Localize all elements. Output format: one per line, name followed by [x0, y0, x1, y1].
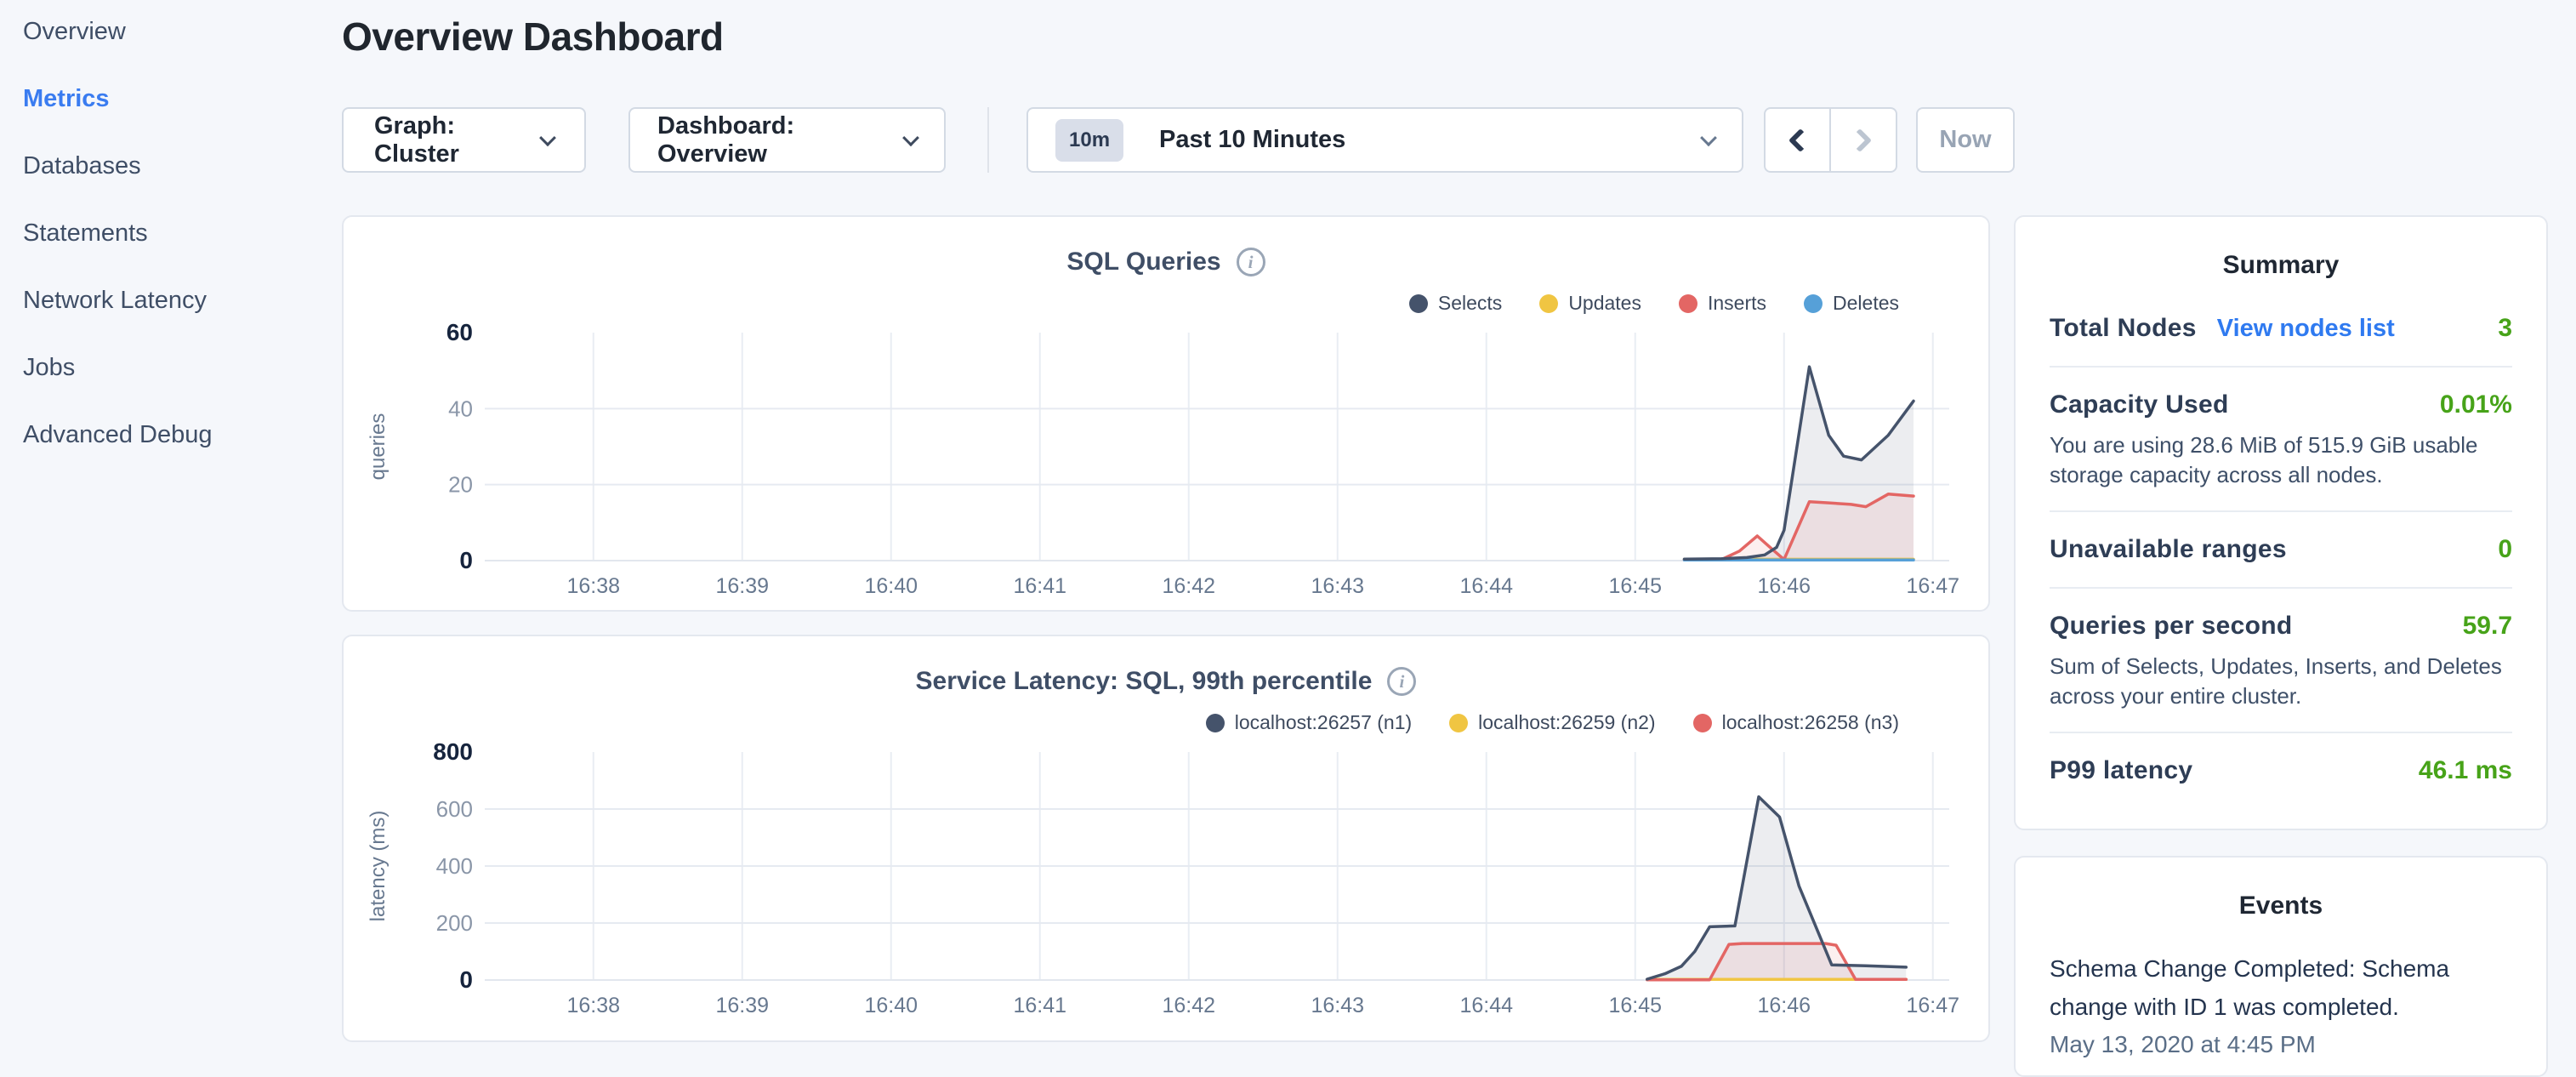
svg-text:0: 0: [459, 547, 473, 573]
sidebar-item-metrics[interactable]: Metrics: [0, 66, 340, 133]
svg-text:200: 200: [436, 910, 473, 936]
summary-row: Total Nodes View nodes list 3: [2050, 280, 2512, 368]
event-text: Schema Change Completed: Schema change w…: [2050, 949, 2512, 1026]
svg-text:16:41: 16:41: [1013, 574, 1066, 598]
time-window-label: Past 10 Minutes: [1159, 126, 1703, 154]
svg-text:400: 400: [436, 853, 473, 879]
summary-rows: Total Nodes View nodes list 3 Capacity Used…: [2050, 280, 2512, 808]
svg-text:16:42: 16:42: [1162, 574, 1215, 598]
svg-text:16:39: 16:39: [715, 574, 769, 598]
summary-row-value: 0.01%: [2440, 390, 2512, 419]
sql-queries-card: SQL Queries i SelectsUpdatesInsertsDelet…: [342, 215, 1990, 612]
svg-text:16:47: 16:47: [1906, 574, 1959, 598]
svg-text:queries: queries: [367, 413, 390, 481]
view-nodes-list-link[interactable]: View nodes list: [2217, 315, 2395, 343]
svg-text:20: 20: [448, 472, 473, 498]
graph-dropdown-label: Graph: Cluster: [374, 112, 542, 168]
svg-text:16:40: 16:40: [864, 574, 918, 598]
sidebar: OverviewMetricsDatabasesStatementsNetwor…: [0, 0, 340, 469]
dashboard-dropdown[interactable]: Dashboard: Overview: [628, 107, 946, 173]
controls-divider: [987, 107, 989, 173]
svg-text:16:43: 16:43: [1311, 994, 1364, 1017]
svg-text:16:46: 16:46: [1757, 574, 1811, 598]
summary-row-description: Sum of Selects, Updates, Inserts, and De…: [2050, 652, 2512, 732]
chevron-down-icon: [902, 129, 919, 146]
chevron-left-icon: [1788, 128, 1812, 151]
svg-text:600: 600: [436, 796, 473, 822]
svg-text:16:38: 16:38: [566, 574, 620, 598]
dashboard-dropdown-label: Dashboard: Overview: [657, 112, 905, 168]
svg-text:0: 0: [459, 966, 473, 993]
svg-text:16:44: 16:44: [1459, 994, 1513, 1017]
time-window-dropdown[interactable]: 10m Past 10 Minutes: [1026, 107, 1743, 173]
summary-row-value: 46.1 ms: [2419, 756, 2512, 785]
summary-row-label: Unavailable ranges: [2050, 535, 2287, 564]
summary-row: Queries per second 59.7 Sum of Selects, Up…: [2050, 589, 2512, 733]
service-latency-card: Service Latency: SQL, 99th percentile i …: [342, 635, 1990, 1042]
time-window-badge: 10m: [1055, 119, 1123, 162]
summary-row: Capacity Used 0.01% You are using 28.6 MiB…: [2050, 368, 2512, 512]
now-button[interactable]: Now: [1916, 107, 2015, 173]
summary-row-label: Total Nodes: [2050, 314, 2197, 343]
svg-text:16:38: 16:38: [566, 994, 620, 1017]
service-latency-chart[interactable]: 16:38 16:39 16:40 16:41 16:42 16:43 16:44 16:45…: [344, 636, 1988, 1040]
summary-row-value: 59.7: [2463, 612, 2512, 641]
summary-row-top: Total Nodes View nodes list 3: [2050, 280, 2512, 366]
summary-row-value: 0: [2498, 535, 2512, 564]
svg-text:60: 60: [446, 319, 473, 345]
sidebar-item-jobs[interactable]: Jobs: [0, 334, 340, 402]
time-back-button[interactable]: [1766, 109, 1831, 171]
summary-row-description: You are using 28.6 MiB of 515.9 GiB usab…: [2050, 430, 2512, 510]
chevron-right-icon: [1848, 128, 1872, 151]
svg-text:16:45: 16:45: [1608, 574, 1662, 598]
svg-text:800: 800: [433, 738, 473, 765]
sql-queries-chart[interactable]: 16:38 16:39 16:40 16:41 16:42 16:43 16:44 16:45…: [344, 217, 1988, 610]
svg-text:16:47: 16:47: [1906, 994, 1959, 1017]
sidebar-item-advanced-debug[interactable]: Advanced Debug: [0, 402, 340, 469]
graph-dropdown[interactable]: Graph: Cluster: [342, 107, 586, 173]
summary-row: Unavailable ranges 0: [2050, 512, 2512, 589]
summary-row: P99 latency 46.1 ms: [2050, 733, 2512, 808]
svg-text:latency (ms): latency (ms): [367, 811, 390, 922]
svg-text:40: 40: [448, 396, 473, 421]
summary-row-top: Unavailable ranges 0: [2050, 512, 2512, 587]
sidebar-item-statements[interactable]: Statements: [0, 200, 340, 267]
chevron-down-icon: [1700, 129, 1717, 146]
events-panel: Events Schema Change Completed: Schema c…: [2014, 856, 2548, 1077]
svg-text:16:42: 16:42: [1162, 994, 1215, 1017]
svg-text:16:43: 16:43: [1311, 574, 1364, 598]
svg-text:16:44: 16:44: [1459, 574, 1513, 598]
svg-text:16:40: 16:40: [864, 994, 918, 1017]
svg-text:16:45: 16:45: [1608, 994, 1662, 1017]
time-forward-button[interactable]: [1831, 109, 1896, 171]
event-timestamp: May 13, 2020 at 4:45 PM: [2050, 1031, 2512, 1058]
summary-row-label: Capacity Used: [2050, 390, 2229, 419]
summary-row-label: Queries per second: [2050, 612, 2293, 641]
summary-row-top: P99 latency 46.1 ms: [2050, 733, 2512, 808]
chevron-down-icon: [539, 129, 556, 146]
sidebar-item-overview[interactable]: Overview: [0, 0, 340, 66]
time-nav-group: [1764, 107, 1897, 173]
page-title: Overview Dashboard: [342, 14, 724, 60]
sidebar-item-network-latency[interactable]: Network Latency: [0, 267, 340, 334]
sidebar-list: OverviewMetricsDatabasesStatementsNetwor…: [0, 0, 340, 469]
svg-text:16:41: 16:41: [1013, 994, 1066, 1017]
svg-text:16:39: 16:39: [715, 994, 769, 1017]
summary-row-value: 3: [2498, 314, 2512, 343]
summary-row-label: P99 latency: [2050, 756, 2192, 785]
summary-panel: Summary Total Nodes View nodes list 3 Capac…: [2014, 215, 2548, 830]
sidebar-item-databases[interactable]: Databases: [0, 133, 340, 200]
events-title: Events: [2050, 892, 2512, 920]
svg-text:16:46: 16:46: [1757, 994, 1811, 1017]
summary-title: Summary: [2050, 251, 2512, 280]
